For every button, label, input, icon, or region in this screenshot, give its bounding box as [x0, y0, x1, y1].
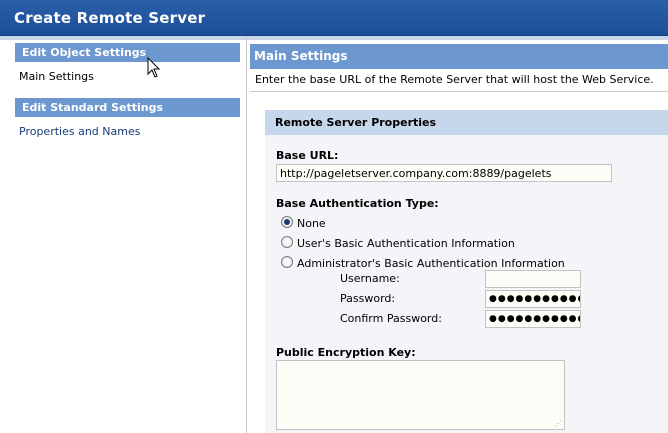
- nav-item-properties-and-names[interactable]: Properties and Names: [19, 125, 140, 138]
- remote-server-properties-panel: Remote Server Properties Base URL: http:…: [265, 110, 668, 433]
- window-title: Create Remote Server: [14, 9, 206, 27]
- main-top-strip: [247, 36, 668, 40]
- intro-divider: [250, 91, 668, 92]
- base-url-label: Base URL:: [276, 149, 339, 162]
- password-input[interactable]: ●●●●●●●●●●●●: [485, 290, 581, 308]
- radio-auth-admin-basic-label: Administrator's Basic Authentication Inf…: [297, 257, 565, 270]
- encryption-key-label: Public Encryption Key:: [276, 346, 416, 359]
- radio-auth-none-label: None: [297, 217, 326, 230]
- left-navigation: Edit Object Settings Main Settings Edit …: [0, 36, 246, 433]
- panel-title: Remote Server Properties: [265, 110, 668, 135]
- section-header-edit-object-settings: Edit Object Settings: [15, 43, 240, 62]
- section-header-edit-standard-settings: Edit Standard Settings: [15, 98, 240, 117]
- radio-auth-admin-basic[interactable]: [281, 256, 293, 268]
- username-label: Username:: [340, 272, 400, 285]
- confirm-password-input[interactable]: ●●●●●●●●●●●●: [485, 310, 581, 328]
- main-content: Main Settings Enter the base URL of the …: [247, 36, 668, 433]
- username-input[interactable]: [485, 270, 581, 288]
- radio-auth-none[interactable]: [281, 216, 293, 228]
- nav-item-main-settings[interactable]: Main Settings: [19, 70, 94, 83]
- auth-type-label: Base Authentication Type:: [276, 197, 439, 210]
- password-label: Password:: [340, 292, 396, 305]
- title-bar: Create Remote Server: [0, 0, 668, 36]
- radio-auth-user-basic-label: User's Basic Authentication Information: [297, 237, 515, 250]
- mouse-cursor-icon: [147, 57, 161, 78]
- confirm-password-label: Confirm Password:: [340, 312, 442, 325]
- left-top-strip: [0, 36, 246, 40]
- panel-body: Base URL: http://pageletserver.company.c…: [265, 135, 668, 433]
- resize-grip-icon[interactable]: ⋰: [554, 420, 562, 428]
- base-url-input[interactable]: http://pageletserver.company.com:8889/pa…: [276, 164, 612, 182]
- main-settings-header: Main Settings: [250, 44, 668, 69]
- encryption-key-textarea[interactable]: ⋰: [276, 360, 565, 430]
- intro-text: Enter the base URL of the Remote Server …: [255, 73, 654, 86]
- radio-auth-user-basic[interactable]: [281, 236, 293, 248]
